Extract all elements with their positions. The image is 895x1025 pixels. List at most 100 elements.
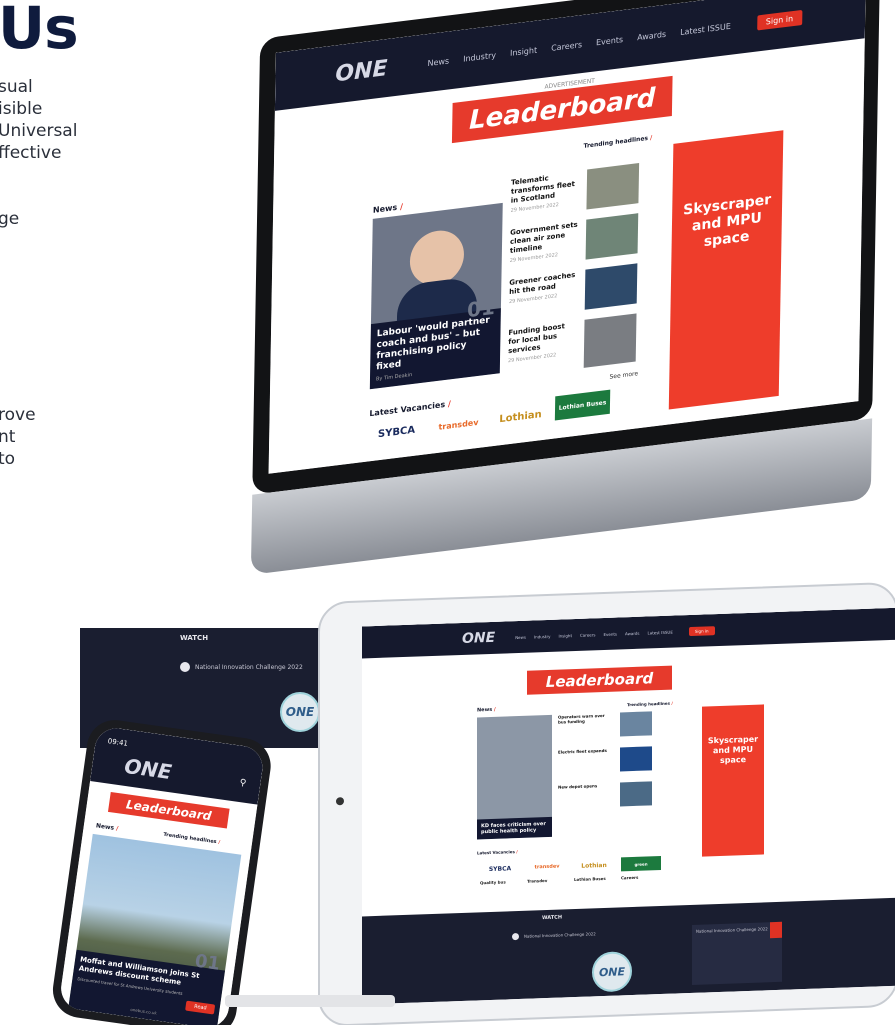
lower-line: to [0,449,16,469]
story-thumbnail [620,781,652,807]
desktop-site: ONE News Industry Insight Careers Events… [268,0,866,474]
watch-label: WATCH [542,914,563,922]
story-thumbnail [585,213,639,260]
feature-story[interactable]: KD faces criticism over public health po… [477,714,552,840]
intro-line: Universal [0,121,78,141]
read-button[interactable]: Read [185,1000,216,1015]
close-icon[interactable] [770,921,782,939]
story-item[interactable]: Electric fleet expands [558,746,668,774]
tablet-site: ONE News Industry Insight Careers Events… [362,607,895,1005]
site-logo[interactable]: ONE [335,55,388,86]
intro-line: sual [0,77,33,97]
lower-line: nt [0,427,16,447]
story-item[interactable]: Telematic transforms fleet in Scotland 29… [510,162,651,219]
partner-text: Careers [621,874,639,881]
nav-item[interactable]: Industry [463,50,496,63]
nav-item[interactable]: Insight [558,633,572,638]
watch-label: WATCH [180,634,209,642]
monitor-stand-base [225,995,395,1007]
video-title: National Innovation Challenge 2022 [195,663,303,671]
partner-logo: transdev [534,863,560,871]
sign-in-button[interactable]: Sign in [756,9,803,31]
nav-menu: News Industry Insight Careers Events Awa… [515,629,681,640]
skyscraper-ad[interactable]: Skyscraper and MPU space [702,704,764,857]
partner-logo: transdev [438,417,479,432]
news-section-label: News [477,707,496,714]
partner-text: Transdev [527,877,548,884]
site-logo[interactable]: ONE [462,630,495,647]
lower-line: rove [0,405,36,425]
partner-logo: Lothian [581,861,607,870]
story-title: Electric fleet expands [558,747,607,755]
trending-label: Trending headlines [627,701,673,708]
play-icon [512,932,519,941]
story-thumbnail [583,313,637,368]
nav-item[interactable]: News [515,634,526,639]
page-heading: Us [0,0,79,62]
nav-item[interactable]: Awards [625,630,640,636]
feature-story[interactable]: 01 Moffat and Williamson joins St Andrew… [68,833,242,1025]
nav-item[interactable]: Latest ISSUE [680,21,731,36]
trending-label: Trending headlines [583,134,652,150]
leaderboard-ad[interactable]: Leaderboard [527,665,672,695]
nav-item[interactable]: Industry [534,633,550,639]
feature-number: 01 [466,294,496,323]
partner-card[interactable]: transdev Transdev [527,859,567,884]
video-row[interactable]: National Innovation Challenge 2022 [180,662,303,672]
site-logo[interactable]: ONE [123,754,173,784]
nav-item[interactable]: Careers [580,632,595,638]
desktop-screen: ONE News Industry Insight Careers Events… [268,0,866,474]
story-item[interactable]: Funding boost for local bus services 29 N… [508,312,649,377]
partner-text: Quality bus [480,879,506,886]
story-thumbnail [620,746,652,772]
intro-line [0,186,77,208]
partner-logo: green [621,856,661,872]
partner-card[interactable]: Lothian Lothian Buses [574,858,614,882]
story-item[interactable]: Operators warn over bus funding [558,711,668,739]
intro-copy: sual isible Universal ffective ge [0,76,77,230]
status-time: 09:41 [107,737,129,748]
intro-line: isible [0,99,43,119]
trending-label: Trending headlines [163,832,221,846]
nav-item[interactable]: Events [596,34,623,46]
nav-item[interactable]: Careers [551,40,582,53]
partner-card[interactable]: Lothian [493,401,548,432]
one-badge: ONE [280,692,320,732]
see-more-link[interactable]: See more [609,370,638,381]
skyscraper-ad[interactable]: Skyscraper and MPU space [668,130,784,410]
partner-card[interactable]: SYBCA Quality bus [480,861,520,886]
story-thumbnail [620,711,652,737]
partner-card[interactable]: green Careers [621,856,661,880]
story-thumbnail [584,263,638,310]
nav-item[interactable]: Latest ISSUE [648,629,673,635]
intro-line [0,164,77,186]
desktop-monitor: ONE News Industry Insight Careers Events… [250,0,881,575]
intro-line: ge [0,209,20,229]
story-thumbnail [586,163,640,210]
feature-story[interactable]: 01 Labour 'would partner coach and bus' … [369,202,503,390]
partner-logo: SYBCA [377,424,416,440]
video-list[interactable]: National Innovation Challenge 2022 [692,921,782,985]
partner-card[interactable]: transdev [431,409,486,440]
nav-item[interactable]: Insight [510,45,537,57]
partner-card[interactable]: Lothian Buses [554,389,611,421]
video-title: National Innovation Challenge 2022 [524,931,596,939]
partner-card[interactable]: SYBCA [369,417,424,448]
story-title: Operators warn over bus funding [558,712,605,725]
tablet-screen: ONE News Industry Insight Careers Events… [362,607,895,1005]
search-icon[interactable]: ⚲ [239,778,247,789]
video-row[interactable]: National Innovation Challenge 2022 [512,930,596,941]
tablet-device: ONE News Industry Insight Careers Events… [318,581,895,1025]
story-item[interactable]: New depot opens [558,781,668,809]
nav-item[interactable]: Awards [637,29,666,42]
nav-item[interactable]: Events [603,631,617,636]
feature-title: KD faces criticism over public health po… [481,821,546,836]
nav-item[interactable]: News [427,56,449,68]
phone-device: 09:41 ONE ⚲ Leaderboard News Trending he… [49,716,275,1025]
story-item[interactable]: Government sets clean air zone timeline 2… [510,212,651,269]
story-title: New depot opens [558,783,598,790]
latest-vacancies-label: Latest Vacancies [477,849,518,855]
story-item[interactable]: Greener coaches hit the road 29 November … [509,262,650,319]
sign-in-button[interactable]: Sign in [688,625,715,636]
watch-section: WATCH National Innovation Challenge 2022… [362,897,895,1005]
